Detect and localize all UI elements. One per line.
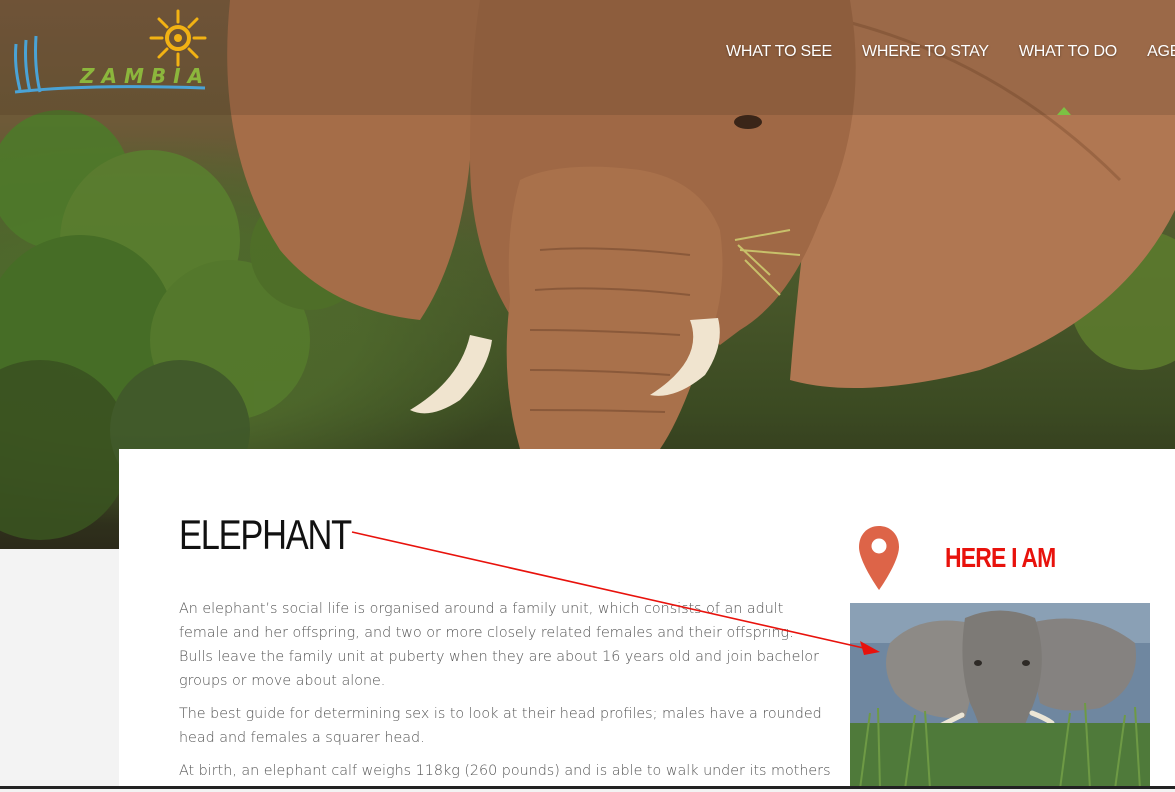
logo-text: ZAMBIA	[80, 64, 211, 88]
paragraph: An elephant’s social life is organised a…	[179, 601, 819, 689]
nav-what-to-see[interactable]: WHAT TO SEE	[726, 43, 832, 61]
content-card: ELEPHANT An elephant’s social life is or…	[119, 449, 1175, 789]
main-nav: WHAT TO SEE WHERE TO STAY WHAT TO DO AGE…	[726, 43, 1175, 61]
nav-what-to-do[interactable]: WHAT TO DO	[1019, 43, 1117, 61]
article-body: An elephant’s social life is organised a…	[179, 597, 831, 792]
elephant-thumbnail[interactable]	[850, 603, 1150, 789]
nav-agents[interactable]: AGEN	[1147, 43, 1175, 61]
here-i-am-annotation: HERE I AM	[945, 542, 1056, 573]
map-pin-icon[interactable]	[857, 524, 901, 594]
paragraph: At birth, an elephant calf weighs 118kg …	[179, 763, 831, 779]
nav-where-to-stay[interactable]: WHERE TO STAY	[862, 43, 989, 61]
paragraph: The best guide for determining sex is to…	[179, 706, 822, 746]
page-title: ELEPHANT	[179, 511, 352, 558]
zambia-logo[interactable]: ZAMBIA	[10, 6, 215, 101]
nav-active-indicator	[1057, 107, 1071, 115]
